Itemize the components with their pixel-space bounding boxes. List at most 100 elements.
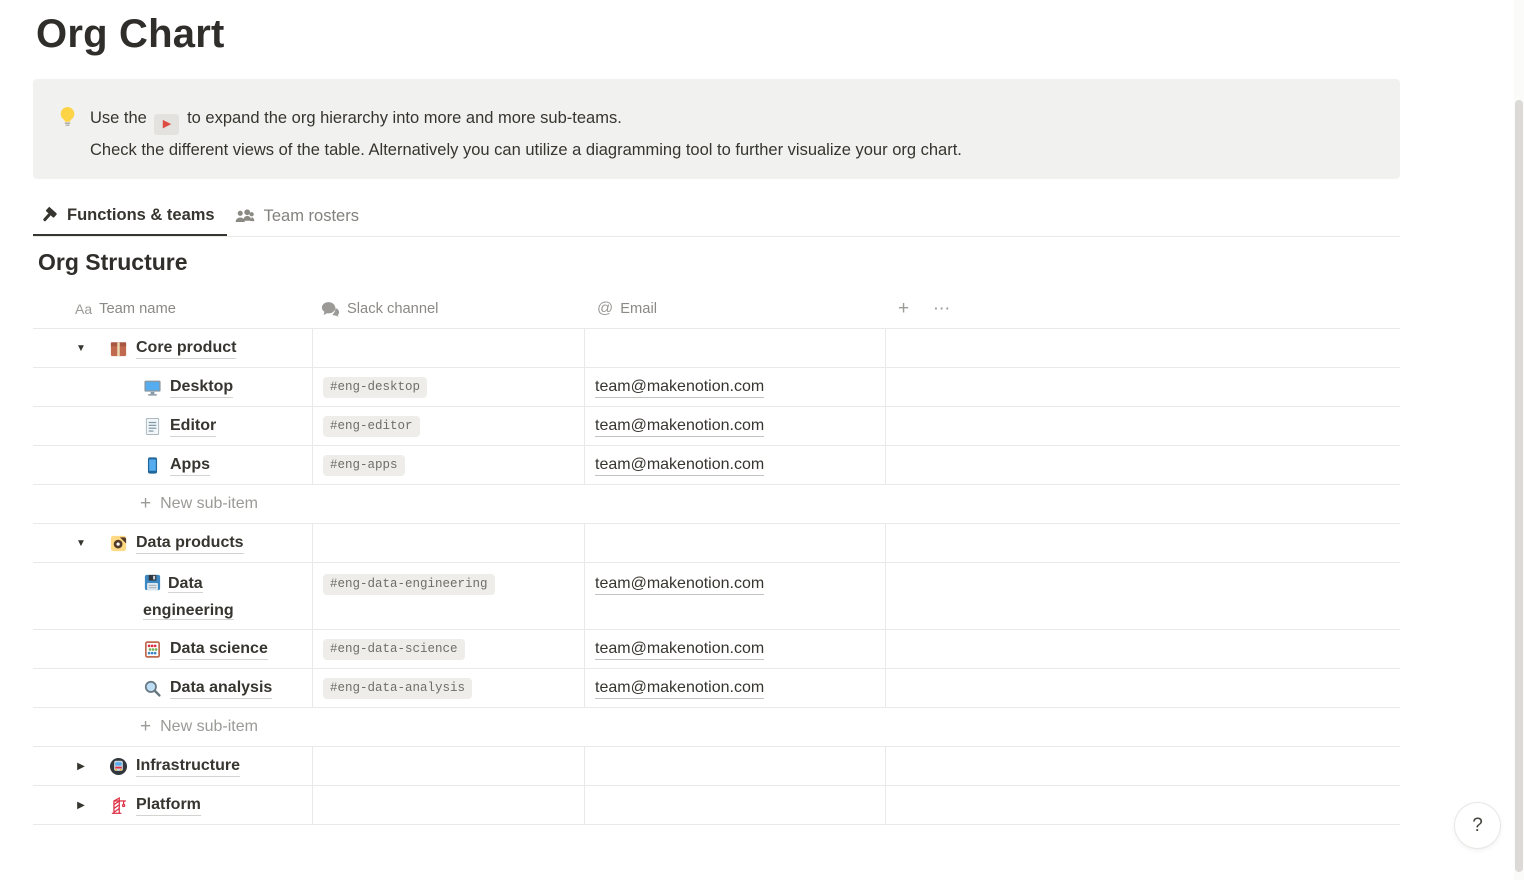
slack-cell[interactable]: #eng-data-analysis (313, 669, 585, 707)
new-sub-item-button[interactable]: + New sub-item (33, 485, 1400, 523)
email-cell[interactable] (585, 329, 886, 367)
slack-channel-tag[interactable]: #eng-desktop (323, 377, 427, 398)
team-name-cell[interactable]: Data engineering (33, 563, 313, 629)
email-link[interactable]: team@makenotion.com (595, 639, 764, 660)
column-label: Slack channel (347, 301, 438, 317)
callout: Use the ▶ to expand the org hierarchy in… (33, 79, 1400, 179)
toggle-expanded-icon[interactable]: ▼ (73, 538, 89, 549)
team-name-cell[interactable]: Data analysis (33, 669, 313, 707)
email-cell[interactable] (585, 747, 886, 785)
email-cell[interactable]: team@makenotion.com (585, 446, 886, 484)
desktop-computer-icon (143, 378, 162, 397)
empty-cell[interactable] (886, 446, 1400, 484)
table-row: Editor #eng-editor team@makenotion.com (33, 407, 1400, 446)
slack-cell[interactable]: #eng-apps (313, 446, 585, 484)
magnifying-glass-icon (143, 679, 162, 698)
slack-cell[interactable]: #eng-data-engineering (313, 563, 585, 629)
metro-icon (109, 757, 128, 776)
email-cell[interactable] (585, 524, 886, 562)
team-name-link[interactable]: Data products (136, 532, 244, 554)
toggle-collapsed-icon[interactable]: ▶ (73, 800, 89, 811)
column-header-email[interactable]: @ Email (585, 290, 886, 328)
team-name-link[interactable]: Apps (170, 454, 210, 476)
new-sub-item-button[interactable]: + New sub-item (33, 708, 1400, 746)
email-cell[interactable]: team@makenotion.com (585, 669, 886, 707)
email-cell[interactable]: team@makenotion.com (585, 563, 886, 629)
team-name-link[interactable]: Desktop (170, 376, 233, 398)
team-name-cell[interactable]: Apps (33, 446, 313, 484)
table-row: Desktop #eng-desktop team@makenotion.com (33, 368, 1400, 407)
email-link[interactable]: team@makenotion.com (595, 678, 764, 699)
empty-cell[interactable] (886, 669, 1400, 707)
table-row: Apps #eng-apps team@makenotion.com (33, 446, 1400, 485)
empty-cell[interactable] (886, 368, 1400, 406)
slack-channel-tag[interactable]: #eng-editor (323, 416, 420, 437)
construction-crane-icon (109, 796, 128, 815)
team-name-cell[interactable]: ▶ Infrastructure (33, 747, 313, 785)
table-header-row: Aa Team name Slack channel @ Email + ⋯ (33, 290, 1400, 329)
team-name-link[interactable]: Editor (170, 415, 216, 437)
slack-cell[interactable] (313, 524, 585, 562)
empty-cell[interactable] (886, 630, 1400, 668)
email-cell[interactable] (585, 786, 886, 824)
people-icon (234, 208, 255, 225)
slack-cell[interactable] (313, 329, 585, 367)
team-name-link[interactable]: Data science (170, 638, 268, 660)
page-title: Org Chart (36, 6, 224, 62)
slack-cell[interactable]: #eng-desktop (313, 368, 585, 406)
team-name-cell[interactable]: Data science (33, 630, 313, 668)
column-header-slack-channel[interactable]: Slack channel (313, 290, 585, 328)
team-name-link[interactable]: Core product (136, 337, 236, 359)
empty-cell[interactable] (886, 786, 1400, 824)
empty-cell[interactable] (886, 407, 1400, 445)
slack-channel-tag[interactable]: #eng-data-engineering (323, 574, 495, 595)
email-link[interactable]: team@makenotion.com (595, 416, 764, 437)
header-actions: + ⋯ (886, 290, 1400, 328)
table-row: Data analysis #eng-data-analysis team@ma… (33, 669, 1400, 708)
team-name-cell[interactable]: Desktop (33, 368, 313, 406)
hammer-icon (40, 206, 58, 224)
column-label: Email (620, 301, 657, 317)
team-name-link[interactable]: Data analysis (170, 677, 272, 699)
plus-icon: + (140, 716, 151, 738)
email-link[interactable]: team@makenotion.com (595, 574, 764, 595)
document-icon (143, 417, 162, 436)
empty-cell[interactable] (886, 329, 1400, 367)
callout-text: Use the ▶ to expand the org hierarchy in… (90, 103, 962, 165)
slack-channel-tag[interactable]: #eng-apps (323, 455, 405, 476)
toggle-expanded-icon[interactable]: ▼ (73, 343, 89, 354)
mobile-phone-icon (143, 456, 162, 475)
email-link[interactable]: team@makenotion.com (595, 377, 764, 398)
help-button[interactable]: ? (1455, 803, 1500, 848)
email-cell[interactable]: team@makenotion.com (585, 407, 886, 445)
slack-cell[interactable]: #eng-data-science (313, 630, 585, 668)
team-name-cell[interactable]: ▼ Data products (33, 524, 313, 562)
team-name-link[interactable]: Platform (136, 794, 201, 816)
table-row: + New sub-item (33, 485, 1400, 524)
slack-channel-tag[interactable]: #eng-data-science (323, 639, 465, 660)
empty-cell[interactable] (886, 747, 1400, 785)
toggle-example-icon: ▶ (154, 114, 179, 135)
toggle-collapsed-icon[interactable]: ▶ (73, 761, 89, 772)
email-link[interactable]: team@makenotion.com (595, 455, 764, 476)
team-name-cell[interactable]: ▼ Core product (33, 329, 313, 367)
add-column-button[interactable]: + (898, 298, 909, 320)
empty-cell[interactable] (886, 524, 1400, 562)
slack-channel-tag[interactable]: #eng-data-analysis (323, 678, 472, 699)
team-name-link[interactable]: Infrastructure (136, 755, 240, 777)
scrollbar-thumb[interactable] (1515, 100, 1523, 872)
table-row: Data science #eng-data-science team@make… (33, 630, 1400, 669)
team-name-cell[interactable]: Editor (33, 407, 313, 445)
view-tabs: Functions & teams Team rosters (33, 196, 1400, 237)
empty-cell[interactable] (886, 563, 1400, 629)
slack-cell[interactable] (313, 747, 585, 785)
tab-team-rosters[interactable]: Team rosters (227, 196, 371, 236)
email-cell[interactable]: team@makenotion.com (585, 368, 886, 406)
slack-cell[interactable]: #eng-editor (313, 407, 585, 445)
team-name-cell[interactable]: ▶ Platform (33, 786, 313, 824)
slack-cell[interactable] (313, 786, 585, 824)
tab-functions-and-teams[interactable]: Functions & teams (33, 196, 227, 236)
more-options-button[interactable]: ⋯ (933, 299, 951, 319)
column-header-team-name[interactable]: Aa Team name (33, 290, 313, 328)
email-cell[interactable]: team@makenotion.com (585, 630, 886, 668)
